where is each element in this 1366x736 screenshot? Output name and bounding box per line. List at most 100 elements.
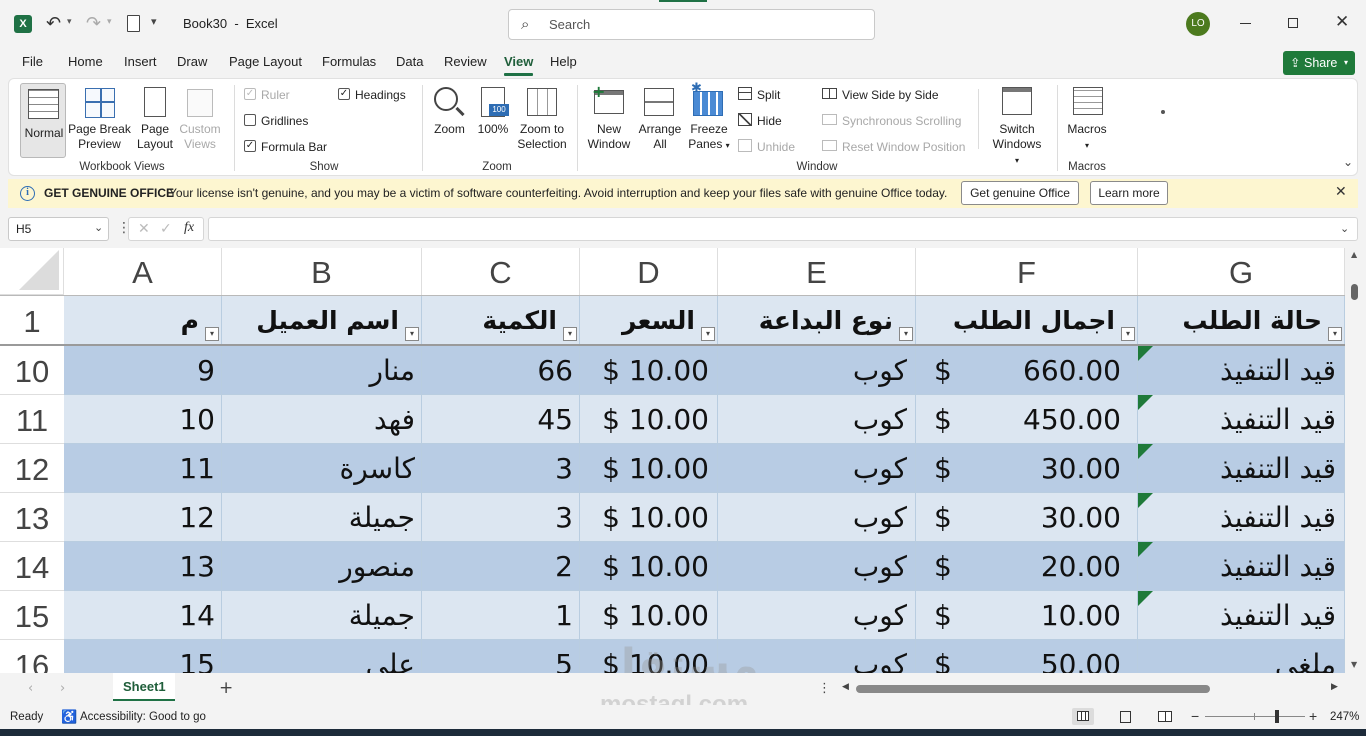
cell-b[interactable]: منار (222, 346, 422, 395)
enter-icon[interactable]: ✓ (160, 221, 172, 237)
cell-g[interactable]: ملغي (1138, 640, 1345, 673)
vertical-scroll-thumb[interactable] (1351, 284, 1358, 300)
close-icon[interactable]: ✕ (1335, 12, 1349, 32)
worksheet-grid[interactable]: A B C D E F G 1 م ▾ اسم العميل ▾ الكمية ▾ ا… (0, 248, 1345, 673)
zoom-slider-thumb[interactable] (1275, 710, 1279, 723)
zoom-level[interactable]: 247% (1330, 711, 1359, 723)
learn-more-button[interactable]: Learn more (1090, 181, 1168, 205)
cell-f[interactable]: $30.00 (916, 493, 1138, 542)
scroll-down-icon[interactable]: ▼ (1351, 660, 1357, 669)
cell-c[interactable]: 66 (422, 346, 580, 395)
cell-e[interactable]: كوب (718, 346, 916, 395)
message-close-icon[interactable]: ✕ (1335, 184, 1347, 200)
cell-g[interactable]: قيد التنفيذ (1138, 542, 1345, 591)
row-header-12[interactable]: 12 (0, 444, 64, 493)
filter-dropdown-icon[interactable]: ▾ (1328, 327, 1342, 341)
cell-f[interactable]: $30.00 (916, 444, 1138, 493)
cell-f[interactable]: $50.00 (916, 640, 1138, 673)
column-header-d[interactable]: D (580, 248, 718, 295)
view-side-by-side-button[interactable]: View Side by Side (842, 88, 939, 102)
cell-f[interactable]: $10.00 (916, 591, 1138, 640)
filter-dropdown-icon[interactable]: ▾ (1121, 327, 1135, 341)
page-break-preview-button[interactable]: Page Break Preview (67, 122, 132, 152)
select-all-corner[interactable] (0, 248, 64, 295)
cell-d[interactable]: $ 10.00 (580, 591, 718, 640)
share-button[interactable]: ⇪ Share ▾ (1283, 51, 1355, 75)
cell-c[interactable]: 1 (422, 591, 580, 640)
filter-dropdown-icon[interactable]: ▾ (701, 327, 715, 341)
header-cell-a[interactable]: م ▾ (64, 296, 222, 345)
page-layout-button[interactable]: Page Layout (133, 122, 177, 152)
cell-a[interactable]: 12 (64, 493, 222, 542)
row-header-10[interactable]: 10 (0, 346, 64, 395)
cell-a[interactable]: 10 (64, 395, 222, 444)
filter-dropdown-icon[interactable]: ▾ (563, 327, 577, 341)
cell-a[interactable]: 14 (64, 591, 222, 640)
tab-home[interactable]: Home (68, 54, 103, 69)
cell-e[interactable]: كوب (718, 591, 916, 640)
cell-d[interactable]: $ 10.00 (580, 346, 718, 395)
customize-qat-icon[interactable]: ▾ (151, 15, 157, 28)
split-button[interactable]: Split (757, 88, 780, 102)
error-indicator-icon[interactable] (1138, 493, 1153, 508)
cell-f[interactable]: $20.00 (916, 542, 1138, 591)
cell-e[interactable]: كوب (718, 542, 916, 591)
name-box[interactable]: H5 ⌄ (8, 217, 109, 241)
cell-a[interactable]: 9 (64, 346, 222, 395)
cell-g[interactable]: قيد التنفيذ (1138, 346, 1345, 395)
zoom-to-selection-button[interactable]: Zoom to Selection (514, 122, 570, 152)
reset-window-button[interactable]: Reset Window Position (842, 140, 965, 154)
collapse-ribbon-icon[interactable]: ⌄ (1343, 155, 1353, 169)
expand-formula-icon[interactable]: ⌄ (1340, 222, 1349, 235)
row-header-13[interactable]: 13 (0, 493, 64, 542)
column-header-g[interactable]: G (1138, 248, 1345, 295)
scroll-right-icon[interactable]: ▶ (1331, 682, 1338, 692)
headings-checkbox[interactable]: ✓ (338, 88, 350, 100)
cell-f[interactable]: $450.00 (916, 395, 1138, 444)
cell-b[interactable]: جميلة (222, 591, 422, 640)
minimize-icon[interactable] (1240, 23, 1251, 24)
header-cell-c[interactable]: الكمية ▾ (422, 296, 580, 345)
header-cell-e[interactable]: نوع البداعة ▾ (718, 296, 916, 345)
cell-b[interactable]: على (222, 640, 422, 673)
macros-button[interactable]: Macros ▾ (1062, 122, 1112, 153)
filter-dropdown-icon[interactable]: ▾ (899, 327, 913, 341)
cell-d[interactable]: $ 10.00 (580, 542, 718, 591)
cell-a[interactable]: 15 (64, 640, 222, 673)
cell-d[interactable]: $ 10.00 (580, 493, 718, 542)
column-header-e[interactable]: E (718, 248, 916, 295)
cell-g[interactable]: قيد التنفيذ (1138, 493, 1345, 542)
cell-c[interactable]: 2 (422, 542, 580, 591)
header-cell-b[interactable]: اسم العميل ▾ (222, 296, 422, 345)
name-box-dropdown-icon[interactable]: ⌄ (94, 221, 103, 234)
tab-formulas[interactable]: Formulas (322, 54, 376, 69)
cell-g[interactable]: قيد التنفيذ (1138, 591, 1345, 640)
column-header-c[interactable]: C (422, 248, 580, 295)
header-cell-d[interactable]: السعر ▾ (580, 296, 718, 345)
insert-function-icon[interactable]: fx (184, 220, 194, 236)
vertical-scrollbar[interactable]: ▲ ▼ (1345, 248, 1366, 673)
new-window-button[interactable]: New Window (584, 122, 634, 152)
tab-file[interactable]: File (22, 54, 43, 69)
freeze-panes-button[interactable]: Freeze Panes ▾ (683, 122, 735, 153)
tab-help[interactable]: Help (550, 54, 577, 69)
column-header-a[interactable]: A (64, 248, 222, 295)
row-header-11[interactable]: 11 (0, 395, 64, 444)
cell-b[interactable]: منصور (222, 542, 422, 591)
tab-draw[interactable]: Draw (177, 54, 207, 69)
switch-windows-button[interactable]: Switch Windows ▾ (989, 122, 1045, 168)
undo-dropdown-icon[interactable]: ▾ (67, 17, 72, 27)
zoom-in-icon[interactable]: + (1309, 708, 1317, 724)
sheet-tab-sheet1[interactable]: Sheet1 (113, 673, 175, 701)
gridlines-checkbox[interactable] (244, 114, 256, 126)
error-indicator-icon[interactable] (1138, 346, 1153, 361)
row-header-14[interactable]: 14 (0, 542, 64, 591)
unhide-button[interactable]: Unhide (757, 140, 795, 154)
accessibility-status[interactable]: Accessibility: Good to go (80, 711, 206, 723)
cell-d[interactable]: $ 10.00 (580, 395, 718, 444)
scroll-up-icon[interactable]: ▲ (1351, 250, 1357, 259)
normal-view-button[interactable]: Normal (20, 83, 66, 158)
cell-c[interactable]: 3 (422, 444, 580, 493)
cell-g[interactable]: قيد التنفيذ (1138, 444, 1345, 493)
cell-b[interactable]: فهد (222, 395, 422, 444)
